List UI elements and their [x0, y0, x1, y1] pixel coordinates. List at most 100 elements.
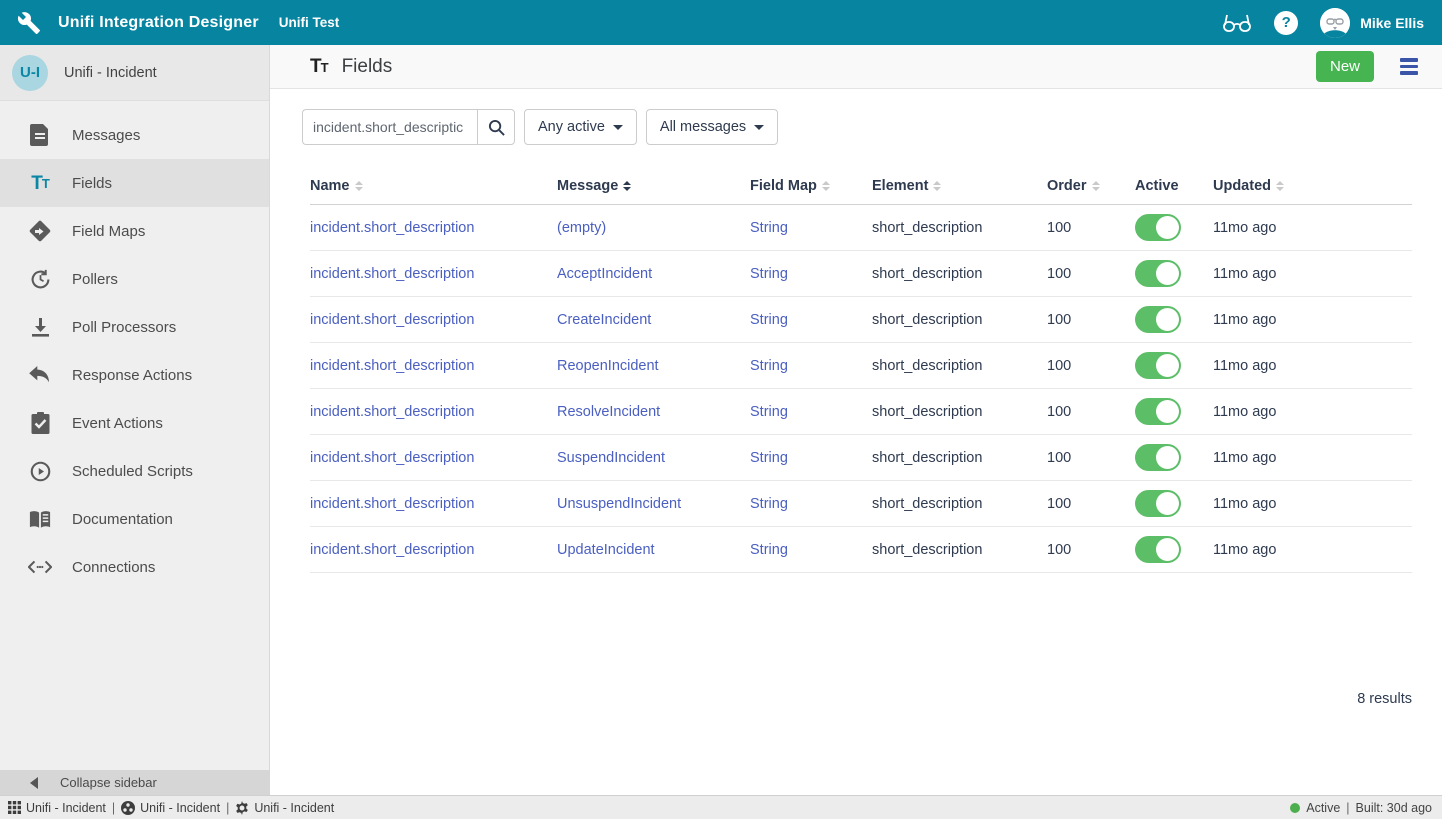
search-input[interactable] [302, 109, 477, 145]
message-link[interactable]: UpdateIncident [557, 542, 655, 558]
collapse-sidebar-label: Collapse sidebar [60, 775, 157, 790]
active-status-label: Active [1306, 801, 1340, 815]
field-name-link[interactable]: incident.short_description [310, 450, 474, 466]
active-filter-dropdown[interactable]: Any active [524, 109, 637, 145]
active-toggle[interactable] [1135, 490, 1181, 517]
environment-label[interactable]: Unifi Test [279, 15, 340, 30]
reply-arrow-icon [28, 363, 52, 387]
order-cell: 100 [1047, 312, 1135, 328]
integration-avatar: U-I [12, 55, 48, 91]
message-link[interactable]: UnsuspendIncident [557, 496, 681, 512]
message-filter-dropdown[interactable]: All messages [646, 109, 778, 145]
user-name[interactable]: Mike Ellis [1360, 15, 1424, 31]
column-header-updated[interactable]: Updated [1213, 178, 1412, 194]
field-map-link[interactable]: String [750, 312, 788, 328]
chevron-down-icon [613, 125, 623, 130]
statusbar-item-process[interactable]: Unifi - Incident [121, 801, 220, 815]
element-cell: short_description [872, 220, 1047, 236]
hamburger-menu-icon[interactable] [1400, 58, 1418, 75]
new-button[interactable]: New [1316, 51, 1374, 82]
statusbar-item-integration[interactable]: Unifi - Incident [8, 801, 106, 815]
sidebar-item-connections[interactable]: Connections [0, 543, 269, 591]
updated-cell: 11mo ago [1213, 358, 1412, 374]
column-header-element[interactable]: Element [872, 178, 1047, 194]
sidebar-item-event-actions[interactable]: Event Actions [0, 399, 269, 447]
field-name-link[interactable]: incident.short_description [310, 266, 474, 282]
active-toggle[interactable] [1135, 398, 1181, 425]
message-link[interactable]: AcceptIncident [557, 266, 652, 282]
statusbar-item-settings[interactable]: Unifi - Incident [235, 801, 334, 815]
active-toggle[interactable] [1135, 306, 1181, 333]
user-avatar[interactable] [1320, 8, 1350, 38]
active-toggle[interactable] [1135, 536, 1181, 563]
wrench-icon[interactable] [16, 10, 42, 36]
collapse-arrow-icon [30, 777, 38, 789]
field-map-link[interactable]: String [750, 220, 788, 236]
column-header-name[interactable]: Name [310, 178, 557, 194]
field-map-link[interactable]: String [750, 358, 788, 374]
results-count: 8 results [270, 691, 1412, 707]
integration-name: Unifi - Incident [64, 65, 157, 81]
active-status-dot [1290, 803, 1300, 813]
message-filter-value: All messages [660, 119, 746, 135]
integration-header[interactable]: U-I Unifi - Incident [0, 45, 269, 101]
updated-cell: 11mo ago [1213, 542, 1412, 558]
column-header-message[interactable]: Message [557, 178, 750, 194]
text-fields-icon: TT [28, 171, 52, 195]
sidebar-item-label: Scheduled Scripts [72, 463, 193, 480]
message-link[interactable]: SuspendIncident [557, 450, 665, 466]
active-toggle[interactable] [1135, 260, 1181, 287]
updated-cell: 11mo ago [1213, 266, 1412, 282]
message-link[interactable]: ReopenIncident [557, 358, 659, 374]
message-link[interactable]: CreateIncident [557, 312, 651, 328]
connections-icon [28, 555, 52, 579]
help-icon[interactable]: ? [1274, 11, 1298, 35]
active-toggle[interactable] [1135, 444, 1181, 471]
play-circle-icon [28, 459, 52, 483]
field-name-link[interactable]: incident.short_description [310, 220, 474, 236]
field-map-link[interactable]: String [750, 404, 788, 420]
active-toggle[interactable] [1135, 352, 1181, 379]
field-name-link[interactable]: incident.short_description [310, 404, 474, 420]
table-row: incident.short_description SuspendIncide… [310, 435, 1412, 481]
sidebar-item-poll-processors[interactable]: Poll Processors [0, 303, 269, 351]
sidebar-item-documentation[interactable]: Documentation [0, 495, 269, 543]
field-map-link[interactable]: String [750, 450, 788, 466]
search-button[interactable] [477, 109, 515, 145]
column-header-active: Active [1135, 178, 1213, 194]
field-map-link[interactable]: String [750, 542, 788, 558]
sidebar-item-scheduled-scripts[interactable]: Scheduled Scripts [0, 447, 269, 495]
sidebar-nav: Messages TT Fields Field Maps Pollers Po… [0, 101, 269, 591]
order-cell: 100 [1047, 542, 1135, 558]
collapse-sidebar-button[interactable]: Collapse sidebar [0, 770, 270, 795]
order-cell: 100 [1047, 266, 1135, 282]
order-cell: 100 [1047, 358, 1135, 374]
statusbar-separator: | [1346, 801, 1349, 815]
sidebar-item-messages[interactable]: Messages [0, 111, 269, 159]
spectacles-icon[interactable] [1222, 12, 1252, 34]
message-link[interactable]: ResolveIncident [557, 404, 660, 420]
field-name-link[interactable]: incident.short_description [310, 312, 474, 328]
search-icon [488, 119, 505, 136]
process-wheel-icon [121, 801, 135, 815]
sort-icon [1092, 181, 1100, 191]
field-name-link[interactable]: incident.short_description [310, 358, 474, 374]
active-toggle[interactable] [1135, 214, 1181, 241]
field-map-link[interactable]: String [750, 266, 788, 282]
sort-icon [355, 181, 363, 191]
field-name-link[interactable]: incident.short_description [310, 496, 474, 512]
message-link[interactable]: (empty) [557, 220, 606, 236]
sidebar-item-field-maps[interactable]: Field Maps [0, 207, 269, 255]
column-header-field-map[interactable]: Field Map [750, 178, 872, 194]
page-header: TT Fields New [270, 45, 1442, 89]
field-name-link[interactable]: incident.short_description [310, 542, 474, 558]
sidebar-item-fields[interactable]: TT Fields [0, 159, 269, 207]
updated-cell: 11mo ago [1213, 312, 1412, 328]
sidebar: U-I Unifi - Incident Messages TT Fields … [0, 45, 270, 795]
sidebar-item-response-actions[interactable]: Response Actions [0, 351, 269, 399]
table-row: incident.short_description CreateInciden… [310, 297, 1412, 343]
field-map-link[interactable]: String [750, 496, 788, 512]
table-row: incident.short_description ResolveIncide… [310, 389, 1412, 435]
column-header-order[interactable]: Order [1047, 178, 1135, 194]
sidebar-item-pollers[interactable]: Pollers [0, 255, 269, 303]
